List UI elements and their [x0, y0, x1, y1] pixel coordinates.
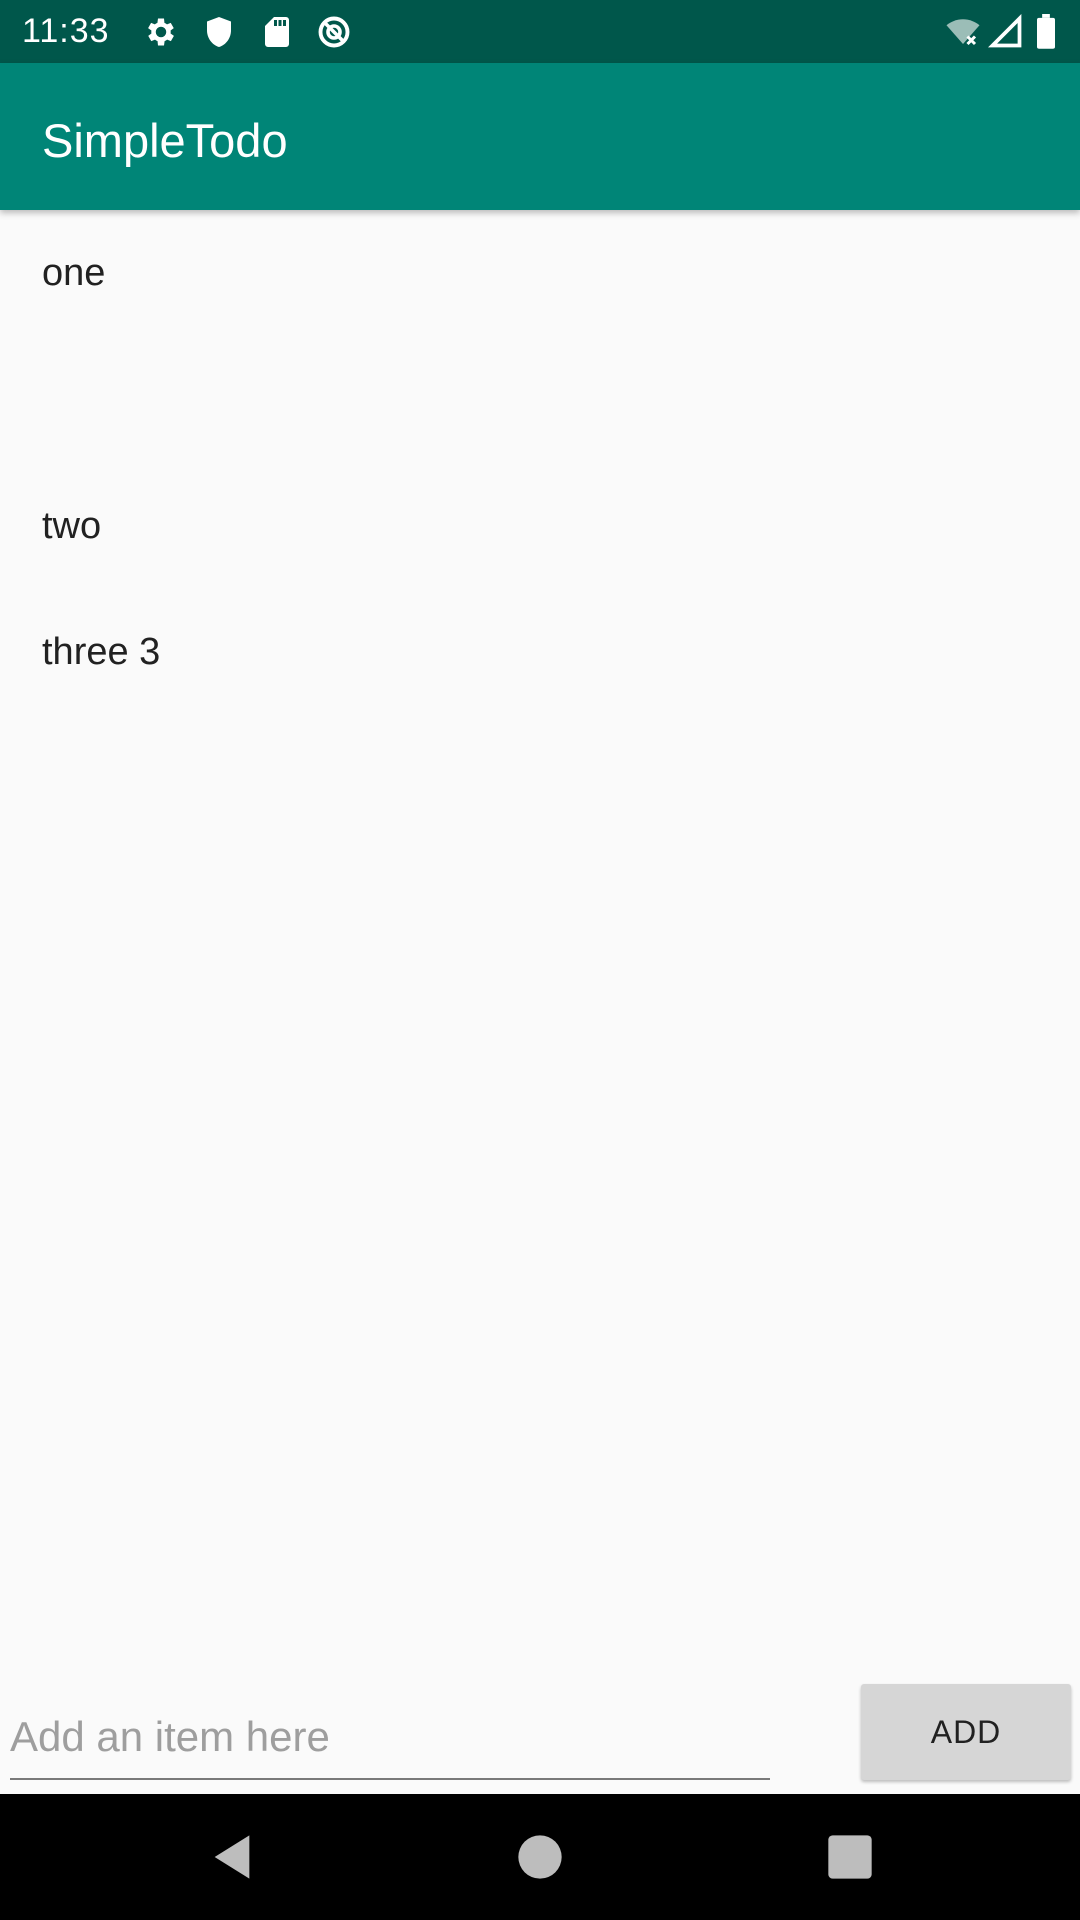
wifi-icon [945, 14, 981, 50]
add-button[interactable]: ADD [861, 1684, 1071, 1780]
home-icon[interactable] [514, 1831, 566, 1883]
navigation-bar [0, 1794, 1080, 1920]
recents-icon[interactable] [824, 1831, 876, 1883]
back-icon[interactable] [206, 1831, 258, 1883]
add-item-input[interactable] [10, 1702, 770, 1780]
app-bar: SimpleTodo [0, 63, 1080, 210]
list-item[interactable]: two [42, 505, 101, 548]
shield-icon [201, 14, 237, 50]
signal-icon [988, 14, 1024, 50]
list-item[interactable]: three 3 [42, 631, 160, 674]
status-bar: 11:33 [0, 0, 1080, 63]
list-item[interactable]: one [42, 252, 105, 295]
add-item-row: ADD [0, 1680, 1080, 1780]
app-title: SimpleTodo [42, 114, 288, 167]
battery-icon [1033, 14, 1059, 50]
settings-icon [143, 14, 179, 50]
sync-icon [316, 14, 352, 50]
status-time: 11:33 [22, 12, 110, 50]
sd-card-icon [259, 14, 295, 50]
